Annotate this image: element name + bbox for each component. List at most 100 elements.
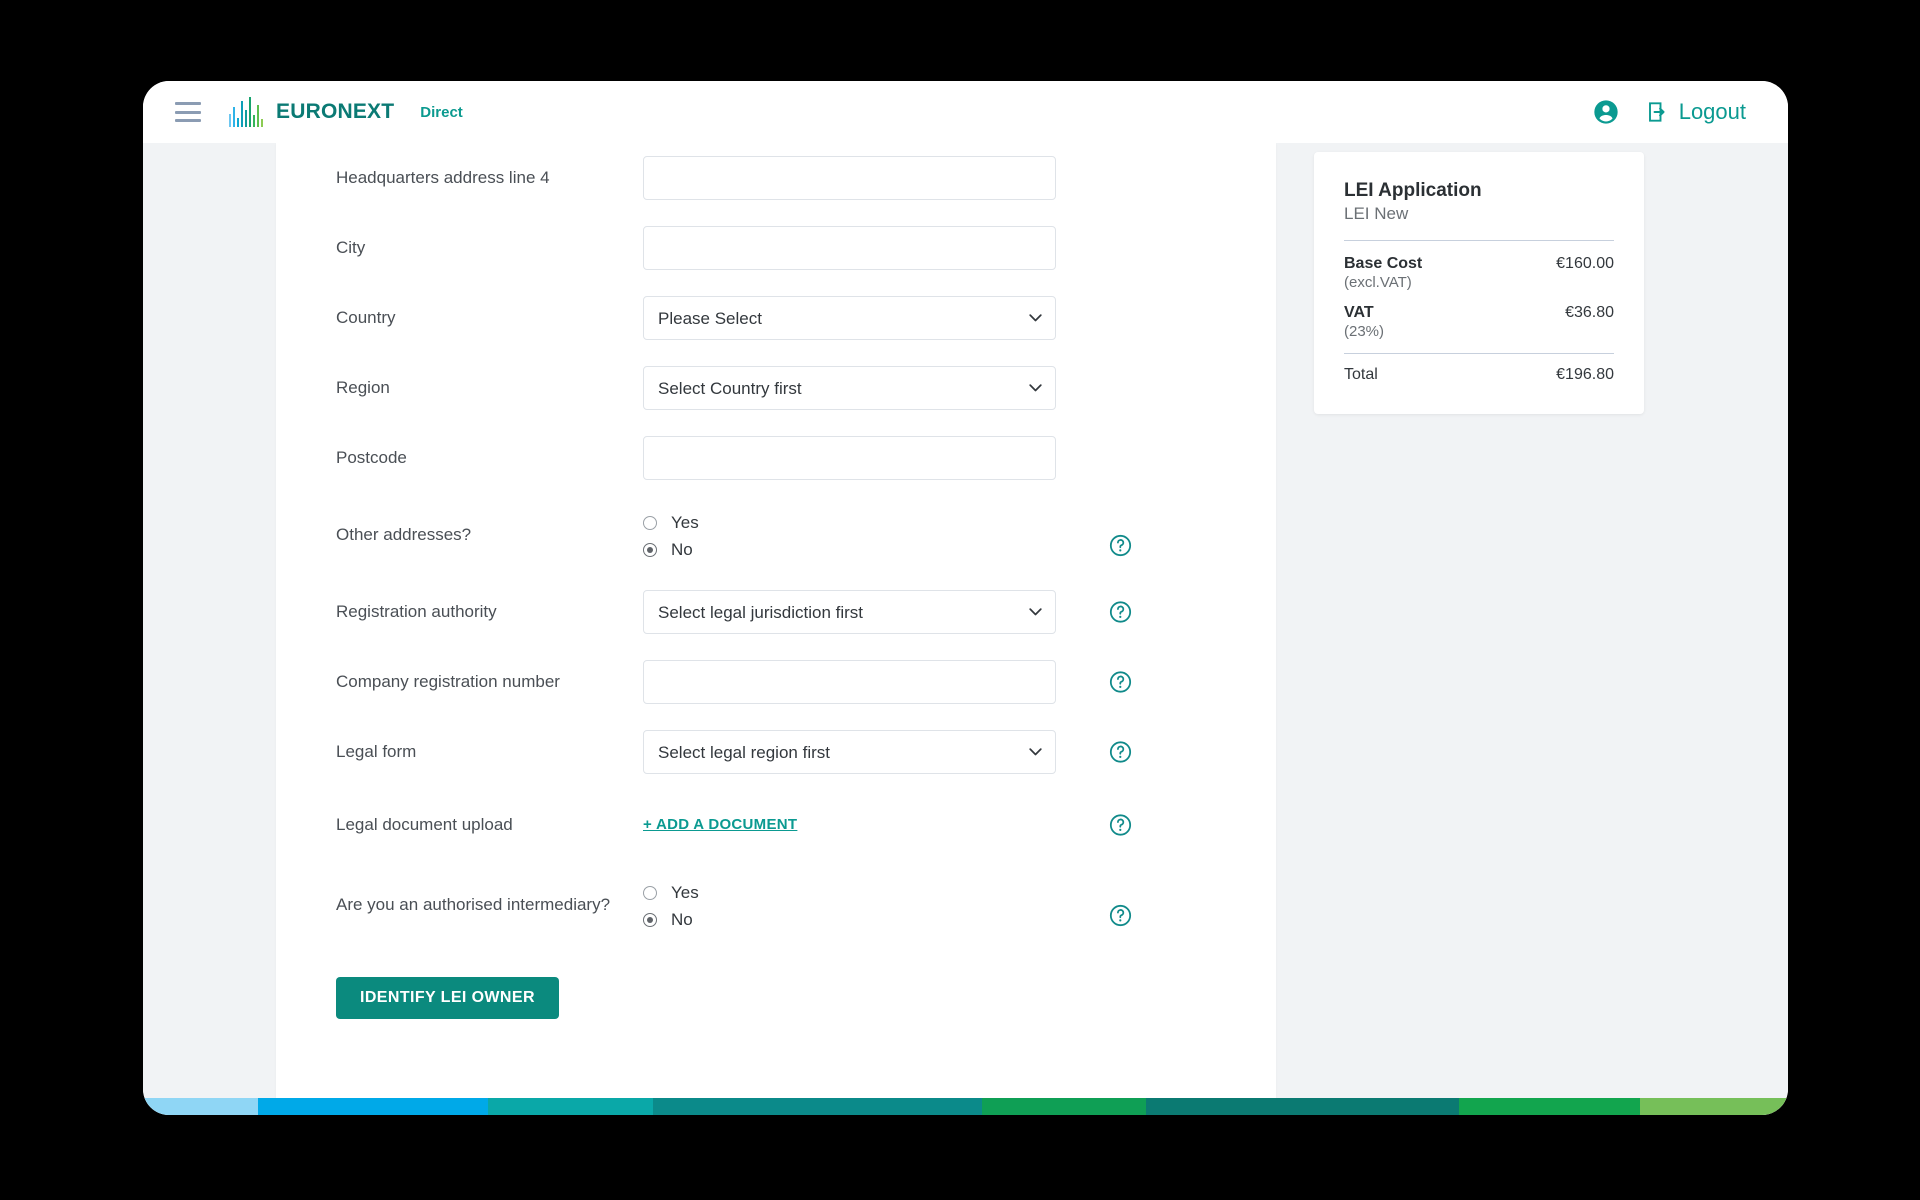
radio-button-icon [643, 912, 657, 927]
logo-bar-8 [260, 119, 263, 127]
identify-lei-owner-button[interactable]: IDENTIFY LEI OWNER [336, 977, 559, 1019]
form-row-registration-authority: Registration authority Select legal juris… [276, 577, 1276, 647]
radio-button-icon [643, 542, 657, 557]
summary-title: LEI Application [1344, 180, 1482, 201]
base-cost-label: Base Cost [1344, 255, 1423, 272]
lei-application-summary-card: LEI Application LEI New Base Cost €160.0… [1314, 152, 1644, 414]
form-row-legal-document-upload: Legal document upload + ADD A DOCUMENT [276, 787, 1276, 863]
label-legal-form: Legal form [336, 741, 417, 761]
label-other-addresses: Other addresses? [336, 524, 472, 544]
logout-label: Logout [1678, 99, 1746, 124]
summary-divider-bottom [1344, 353, 1614, 354]
logo-bar-0 [229, 114, 232, 127]
label-country: Country [336, 307, 396, 327]
total-value: €196.80 [1556, 366, 1614, 383]
control-other-addresses: Yes No [643, 511, 1132, 560]
help-company-registration-number-icon[interactable] [1108, 670, 1133, 695]
summary-subtitle: LEI New [1344, 204, 1409, 223]
content-wrapper: Headquarters address line 4 City Country Pl… [143, 143, 1788, 1113]
registration-authority-select[interactable]: Select legal jurisdiction first [643, 590, 1056, 634]
strip-segment-1 [258, 1098, 489, 1115]
postcode-input[interactable] [643, 436, 1056, 480]
form-row-postcode: Postcode [276, 423, 1276, 493]
region-select[interactable]: Select Country first [643, 366, 1056, 410]
control-authorised-intermediary: Yes No [643, 881, 1132, 930]
label-company-registration-number: Company registration number [336, 671, 560, 691]
city-input[interactable] [643, 226, 1056, 270]
label-legal-document-upload: Legal document upload [336, 814, 513, 834]
headquarters-address-line-4-input[interactable] [643, 156, 1056, 200]
top-header-bar: EURONEXT Direct Logout [143, 81, 1788, 143]
help-registration-authority-icon[interactable] [1108, 600, 1133, 625]
control-company-registration-number [643, 660, 1132, 704]
other-addresses-radio-yes[interactable]: Yes [643, 513, 1056, 533]
summary-total-row: Total €196.80 [1344, 366, 1614, 384]
hamburger-menu-icon[interactable] [175, 102, 201, 122]
strip-segment-5 [1146, 1098, 1459, 1115]
strip-segment-6 [1458, 1098, 1640, 1115]
help-legal-form-icon[interactable] [1108, 740, 1133, 765]
brand-logo[interactable]: EURONEXT Direct [229, 97, 463, 127]
label-region: Region [336, 377, 390, 397]
logo-bar-3 [240, 101, 244, 127]
other-addresses-radio-no[interactable]: No [643, 540, 1056, 560]
control-legal-form: Select legal region first [643, 730, 1132, 774]
logout-button[interactable]: Logout [1646, 99, 1746, 125]
legal-form-select[interactable]: Select legal region first [643, 730, 1056, 774]
help-authorised-intermediary-icon[interactable] [1108, 903, 1133, 928]
logo-bar-5 [248, 97, 252, 127]
radio-button-icon [643, 885, 657, 900]
label-headquarters-address-line-4: Headquarters address line 4 [336, 167, 550, 187]
label-city: City [336, 237, 366, 257]
app-window: EURONEXT Direct Logout Headquarters addr… [143, 81, 1788, 1115]
other-addresses-radio-group: Yes No [643, 511, 1056, 560]
logout-arrow-icon [1646, 100, 1670, 124]
form-row-authorised-intermediary: Are you an authorised intermediary? Yes No [276, 863, 1276, 947]
country-select[interactable]: Please Select [643, 296, 1056, 340]
control-region: Select Country first [643, 366, 1056, 410]
brand-product-name: Direct [420, 103, 463, 121]
authorised-intermediary-radio-yes[interactable]: Yes [643, 883, 1056, 903]
form-actions: IDENTIFY LEI OWNER [276, 947, 1276, 1019]
strip-segment-3 [652, 1098, 982, 1115]
label-authorised-intermediary: Are you an authorised intermediary? [336, 894, 611, 914]
brand-name: EURONEXT [276, 100, 395, 123]
label-registration-authority: Registration authority [336, 601, 497, 621]
company-registration-number-input[interactable] [643, 660, 1056, 704]
add-a-document-link[interactable]: + ADD A DOCUMENT [643, 816, 797, 833]
label-postcode: Postcode [336, 447, 407, 467]
radio-label: No [671, 539, 693, 559]
form-row-headquarters-address-line-4: Headquarters address line 4 [276, 143, 1276, 213]
logo-bar-7 [256, 105, 259, 127]
control-postcode [643, 436, 1056, 480]
vat-value: €36.80 [1565, 304, 1614, 321]
radio-label: No [671, 909, 693, 929]
logo-bar-2 [236, 118, 240, 127]
strip-segment-4 [981, 1098, 1147, 1115]
help-other-addresses-icon[interactable] [1108, 533, 1133, 558]
base-cost-note: (excl.VAT) [1344, 274, 1412, 291]
strip-segment-0 [143, 1098, 259, 1115]
summary-base-cost-row: Base Cost €160.00 [1344, 255, 1614, 273]
base-cost-value: €160.00 [1556, 255, 1614, 272]
control-registration-authority: Select legal jurisdiction first [643, 590, 1132, 634]
form-row-city: City [276, 213, 1276, 283]
radio-label: Yes [671, 512, 699, 532]
form-row-country: Country Please Select [276, 283, 1276, 353]
control-city [643, 226, 1056, 270]
authorised-intermediary-radio-no[interactable]: No [643, 910, 1056, 930]
form-row-region: Region Select Country first [276, 353, 1276, 423]
help-legal-document-upload-icon[interactable] [1108, 813, 1133, 838]
form-row-legal-form: Legal form Select legal region first [276, 717, 1276, 787]
euronext-bars-logo-icon [229, 97, 263, 127]
vat-label: VAT [1344, 304, 1374, 321]
control-legal-document-upload: + ADD A DOCUMENT [643, 814, 1132, 836]
account-circle-icon[interactable] [1592, 98, 1620, 126]
logo-bar-4 [244, 110, 248, 127]
logo-bar-6 [252, 115, 256, 127]
strip-segment-7 [1639, 1098, 1788, 1115]
radio-label: Yes [671, 882, 699, 902]
form-row-company-registration-number: Company registration number [276, 647, 1276, 717]
page-body: Headquarters address line 4 City Country Pl… [143, 143, 1788, 1115]
strip-segment-2 [488, 1098, 653, 1115]
